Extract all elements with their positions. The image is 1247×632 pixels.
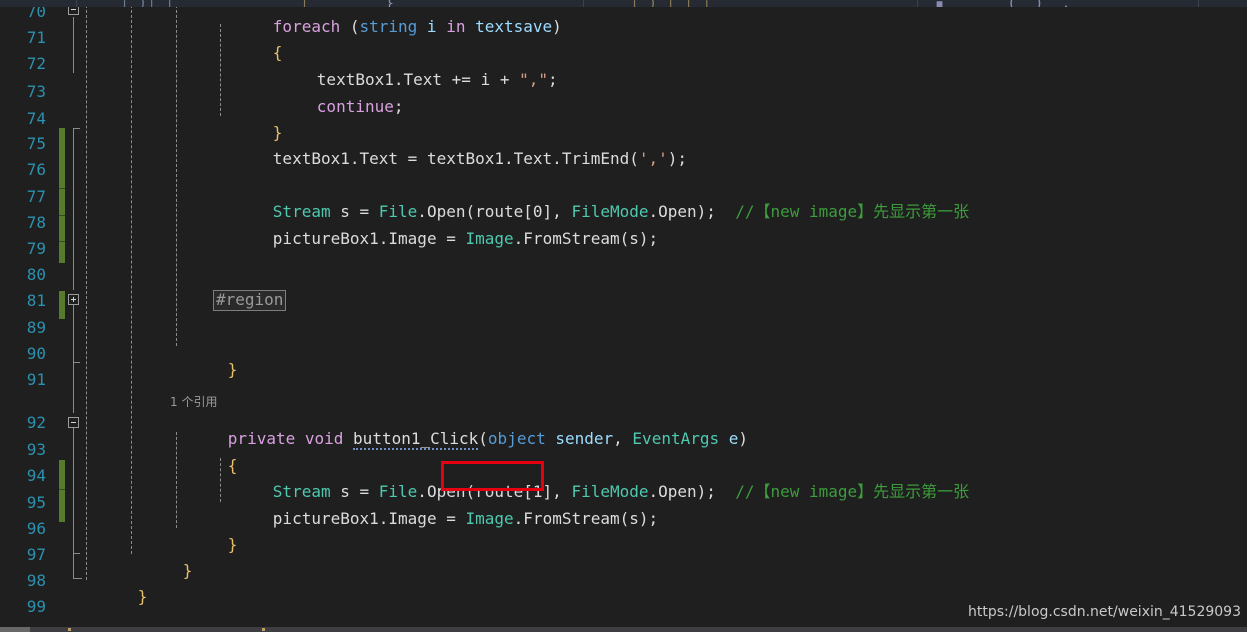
code-line-96[interactable]: } xyxy=(170,518,238,554)
token-member-image: Image xyxy=(388,509,437,528)
code-line-78[interactable]: pictureBox1.Image = Image.FromStream(s); xyxy=(215,212,658,248)
token-punct: ( xyxy=(340,17,360,36)
token-keyword-void: void xyxy=(304,429,344,448)
token-var-textsave xyxy=(465,17,475,36)
token-method-fromstream: FromStream xyxy=(523,509,620,528)
token-identifier-textbox1: textBox1 xyxy=(426,149,504,168)
token-method-trimend: TrimEnd xyxy=(561,149,630,168)
token-type-eventargs: EventArgs xyxy=(632,429,720,448)
token-keyword-private: private xyxy=(227,429,296,448)
token-punct: . xyxy=(378,509,389,528)
token-keyword-foreach: foreach xyxy=(272,17,341,36)
scrollbar-marker xyxy=(68,628,71,631)
token-punct: . xyxy=(552,149,562,168)
token-punct: = xyxy=(436,229,466,248)
token-punct: ( xyxy=(629,149,639,168)
token-close-brace: } xyxy=(227,535,238,554)
token-punct: . xyxy=(504,149,514,168)
token-punct xyxy=(295,429,305,448)
token-member-text: Text xyxy=(359,149,399,168)
token-punct: ( xyxy=(478,429,488,448)
token-punct: ; xyxy=(548,70,558,89)
token-param-sender: sender xyxy=(555,429,614,448)
watermark-url: https://blog.csdn.net/weixin_41529093 xyxy=(967,604,1241,620)
scrollbar-marker xyxy=(262,628,265,631)
clipped-top-row: │ )│ │ │ } │ ) │ │ │ ▪ _ ( ) , xyxy=(0,0,1247,7)
token-punct: (s); xyxy=(619,229,659,248)
code-line-77[interactable]: Stream s = File.Open(route[0], FileMode.… xyxy=(215,185,969,221)
token-punct: . xyxy=(378,229,389,248)
code-line-71[interactable]: { xyxy=(215,26,283,62)
token-type-image: Image xyxy=(465,229,514,248)
token-punct: . xyxy=(513,229,524,248)
token-comment: //【new image】先显示第一张 xyxy=(735,482,970,501)
token-punct: , xyxy=(613,429,633,448)
code-line-73[interactable]: continue; xyxy=(259,80,404,116)
code-line-90[interactable]: } xyxy=(170,343,238,379)
token-member-open: Open xyxy=(658,202,697,221)
token-punct xyxy=(719,429,729,448)
token-punct: += i + xyxy=(442,70,520,89)
token-char-literal: ',' xyxy=(638,149,668,168)
code-line-97[interactable]: } xyxy=(125,544,193,580)
token-punct: = xyxy=(398,149,427,168)
token-keyword-continue: continue xyxy=(316,97,394,116)
token-punct: ) xyxy=(738,429,749,448)
token-punct: (s); xyxy=(619,509,659,528)
token-punct: . xyxy=(349,149,360,168)
token-member-open: Open xyxy=(658,482,697,501)
token-close-brace: } xyxy=(182,561,193,580)
token-punct: . xyxy=(513,509,524,528)
token-member-image: Image xyxy=(388,229,437,248)
token-punct xyxy=(343,429,353,448)
token-var-i: i xyxy=(417,17,447,36)
code-line-74[interactable]: } xyxy=(215,106,283,142)
token-type-image: Image xyxy=(465,509,514,528)
token-keyword-object: object xyxy=(487,429,546,448)
token-punct: = xyxy=(436,509,466,528)
token-comment: //【new image】先显示第一张 xyxy=(735,202,970,221)
horizontal-scrollbar-thumb[interactable] xyxy=(0,627,30,632)
token-identifier-picturebox1: pictureBox1 xyxy=(272,229,379,248)
code-line-98[interactable]: } xyxy=(80,570,148,606)
token-method-button1-click: button1_Click xyxy=(353,429,479,450)
token-close-brace: } xyxy=(137,587,148,606)
token-identifier-picturebox1: pictureBox1 xyxy=(272,509,379,528)
code-editor-pane[interactable]: │ )│ │ │ } │ ) │ │ │ ▪ _ ( ) , 70 71 72 … xyxy=(0,0,1247,632)
code-text-layer[interactable]: foreach (string i in textsave) { textBox… xyxy=(0,0,1247,632)
horizontal-scrollbar[interactable] xyxy=(0,627,1247,632)
token-identifier-textbox1: textBox1 xyxy=(272,149,350,168)
token-punct: ; xyxy=(393,97,404,116)
collapsed-region-block[interactable]: #region xyxy=(213,290,287,311)
code-line-75[interactable]: textBox1.Text = textBox1.Text.TrimEnd(',… xyxy=(215,132,687,168)
token-method-fromstream: FromStream xyxy=(523,229,620,248)
token-close-brace: } xyxy=(227,360,238,379)
code-line-95[interactable]: pictureBox1.Image = Image.FromStream(s); xyxy=(215,492,658,528)
token-punct: ); xyxy=(696,202,736,221)
token-punct: ); xyxy=(667,149,688,168)
token-identifier-textsave: textsave xyxy=(475,17,553,36)
token-member-text: Text xyxy=(513,149,553,168)
token-keyword-string: string xyxy=(359,17,418,36)
code-line-93[interactable]: { xyxy=(170,439,238,475)
token-punct: ) xyxy=(552,17,562,36)
token-string-literal: "," xyxy=(519,70,548,89)
code-line-94[interactable]: Stream s = File.Open(route[1], FileMode.… xyxy=(215,465,969,501)
codelens-references[interactable]: 1 个引用 xyxy=(170,395,217,409)
code-line-72[interactable]: textBox1.Text += i + ","; xyxy=(259,53,558,89)
token-member-text: Text xyxy=(403,70,443,89)
token-punct: ); xyxy=(696,482,736,501)
token-param-e: e xyxy=(728,429,739,448)
token-punct xyxy=(546,429,556,448)
token-keyword-in: in xyxy=(446,17,466,36)
code-line-92[interactable]: private void button1_Click(object sender… xyxy=(170,412,748,450)
